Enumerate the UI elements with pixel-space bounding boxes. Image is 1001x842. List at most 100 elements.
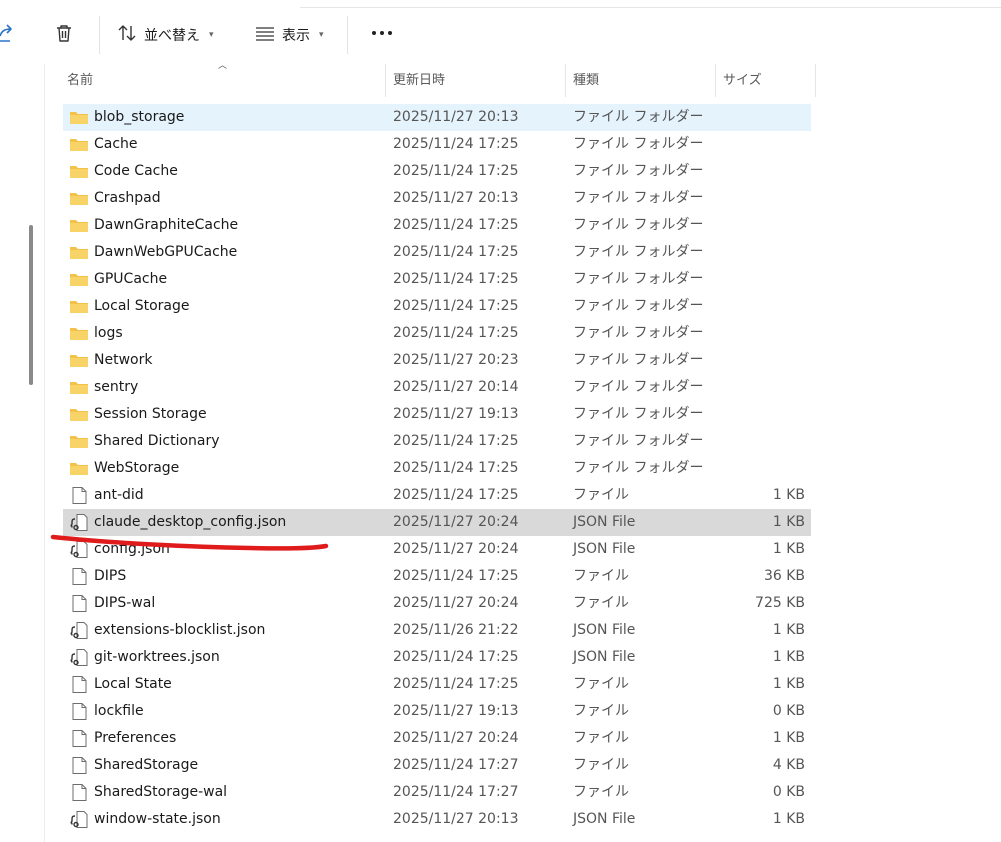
file-modified-date: 2025/11/24 17:25 bbox=[393, 325, 519, 341]
file-type: ファイル フォルダー bbox=[573, 460, 704, 476]
file-row[interactable]: claude_desktop_config.json 2025/11/27 20:… bbox=[63, 509, 811, 536]
folder-icon bbox=[69, 271, 89, 288]
file-modified-date: 2025/11/27 20:13 bbox=[393, 109, 519, 125]
file-modified-date: 2025/11/24 17:25 bbox=[393, 271, 519, 287]
file-row[interactable]: SharedStorage 2025/11/24 17:27 ファイル 4 KB bbox=[63, 752, 811, 779]
pane-divider[interactable] bbox=[44, 64, 45, 842]
file-name: Network bbox=[94, 352, 153, 368]
column-divider[interactable] bbox=[815, 64, 816, 97]
file-size: 4 KB bbox=[772, 757, 805, 773]
column-header-name[interactable]: 名前 bbox=[67, 64, 385, 97]
json-file-icon bbox=[69, 514, 89, 531]
json-file-icon bbox=[69, 811, 89, 828]
file-row[interactable]: SharedStorage-wal 2025/11/24 17:27 ファイル 0 K… bbox=[63, 779, 811, 806]
file-row[interactable]: window-state.json 2025/11/27 20:13 JSON Fi… bbox=[63, 806, 811, 833]
chevron-down-icon: ▾ bbox=[319, 30, 324, 40]
file-row[interactable]: Shared Dictionary 2025/11/24 17:25 ファイル フォ… bbox=[63, 428, 811, 455]
column-header-size[interactable]: サイズ bbox=[723, 64, 813, 97]
view-label: 表示 bbox=[282, 28, 310, 44]
file-row[interactable]: git-worktrees.json 2025/11/24 17:25 JSON F… bbox=[63, 644, 811, 671]
file-type: ファイル bbox=[573, 784, 629, 800]
file-type: ファイル フォルダー bbox=[573, 190, 704, 206]
file-row[interactable]: GPUCache 2025/11/24 17:25 ファイル フォルダー bbox=[63, 266, 811, 293]
file-row[interactable]: DIPS 2025/11/24 17:25 ファイル 36 KB bbox=[63, 563, 811, 590]
file-name: Crashpad bbox=[94, 190, 161, 206]
folder-icon bbox=[69, 217, 89, 234]
more-options-button[interactable] bbox=[370, 18, 394, 52]
file-row[interactable]: Code Cache 2025/11/24 17:25 ファイル フォルダー bbox=[63, 158, 811, 185]
file-modified-date: 2025/11/26 21:22 bbox=[393, 622, 519, 638]
file-size: 1 KB bbox=[772, 730, 805, 746]
file-row[interactable]: Cache 2025/11/24 17:25 ファイル フォルダー bbox=[63, 131, 811, 158]
file-modified-date: 2025/11/27 20:24 bbox=[393, 730, 519, 746]
file-row[interactable]: Local State 2025/11/24 17:25 ファイル 1 KB bbox=[63, 671, 811, 698]
file-modified-date: 2025/11/24 17:25 bbox=[393, 217, 519, 233]
file-row[interactable]: Session Storage 2025/11/27 19:13 ファイル フォルダ… bbox=[63, 401, 811, 428]
file-row[interactable]: WebStorage 2025/11/24 17:25 ファイル フォルダー bbox=[63, 455, 811, 482]
file-type: ファイル フォルダー bbox=[573, 433, 704, 449]
file-size: 0 KB bbox=[772, 784, 805, 800]
file-row[interactable]: sentry 2025/11/27 20:14 ファイル フォルダー bbox=[63, 374, 811, 401]
file-size: 1 KB bbox=[772, 622, 805, 638]
file-modified-date: 2025/11/24 17:25 bbox=[393, 487, 519, 503]
column-header-modified[interactable]: 更新日時 bbox=[393, 64, 563, 97]
column-divider[interactable] bbox=[565, 64, 566, 97]
folder-icon bbox=[69, 190, 89, 207]
file-row[interactable]: Crashpad 2025/11/27 20:13 ファイル フォルダー bbox=[63, 185, 811, 212]
file-name: DawnWebGPUCache bbox=[94, 244, 238, 260]
folder-icon bbox=[69, 325, 89, 342]
navigation-pane-scrollbar[interactable] bbox=[29, 225, 33, 385]
share-button[interactable] bbox=[0, 18, 16, 52]
view-button[interactable]: 表示 ▾ bbox=[254, 18, 324, 52]
file-modified-date: 2025/11/27 20:24 bbox=[393, 541, 519, 557]
column-header-type[interactable]: 種類 bbox=[573, 64, 713, 97]
file-row[interactable]: config.json 2025/11/27 20:24 JSON File 1 KB bbox=[63, 536, 811, 563]
file-size: 1 KB bbox=[772, 514, 805, 530]
file-row[interactable]: Preferences 2025/11/27 20:24 ファイル 1 KB bbox=[63, 725, 811, 752]
file-size: 1 KB bbox=[772, 676, 805, 692]
file-type: ファイル bbox=[573, 757, 629, 773]
file-modified-date: 2025/11/27 20:24 bbox=[393, 514, 519, 530]
file-modified-date: 2025/11/24 17:27 bbox=[393, 784, 519, 800]
file-modified-date: 2025/11/27 20:13 bbox=[393, 811, 519, 827]
file-row[interactable]: DawnWebGPUCache 2025/11/24 17:25 ファイル フォルダ… bbox=[63, 239, 811, 266]
file-modified-date: 2025/11/24 17:25 bbox=[393, 649, 519, 665]
file-modified-date: 2025/11/24 17:25 bbox=[393, 244, 519, 260]
file-icon bbox=[69, 730, 89, 747]
column-divider[interactable] bbox=[385, 64, 386, 97]
sort-button[interactable]: 並べ替え ▾ bbox=[116, 18, 214, 52]
file-modified-date: 2025/11/24 17:25 bbox=[393, 298, 519, 314]
file-type: ファイル フォルダー bbox=[573, 379, 704, 395]
file-modified-date: 2025/11/27 20:23 bbox=[393, 352, 519, 368]
file-name: lockfile bbox=[94, 703, 144, 719]
file-modified-date: 2025/11/24 17:25 bbox=[393, 136, 519, 152]
json-file-icon bbox=[69, 649, 89, 666]
column-header-row: 名前 更新日時 種類 サイズ bbox=[45, 64, 1001, 97]
file-type: ファイル bbox=[573, 676, 629, 692]
file-modified-date: 2025/11/27 20:14 bbox=[393, 379, 519, 395]
file-row[interactable]: Local Storage 2025/11/24 17:25 ファイル フォルダー bbox=[63, 293, 811, 320]
file-row[interactable]: DawnGraphiteCache 2025/11/24 17:25 ファイル フォ… bbox=[63, 212, 811, 239]
file-type: ファイル bbox=[573, 703, 629, 719]
file-size: 1 KB bbox=[772, 541, 805, 557]
delete-button[interactable] bbox=[53, 18, 75, 52]
file-row[interactable]: blob_storage 2025/11/27 20:13 ファイル フォルダー bbox=[63, 104, 811, 131]
folder-icon bbox=[69, 298, 89, 315]
file-row[interactable]: extensions-blocklist.json 2025/11/26 21:2… bbox=[63, 617, 811, 644]
column-divider[interactable] bbox=[715, 64, 716, 97]
file-size: 1 KB bbox=[772, 487, 805, 503]
view-list-icon bbox=[254, 22, 276, 48]
file-row[interactable]: lockfile 2025/11/27 19:13 ファイル 0 KB bbox=[63, 698, 811, 725]
file-type: ファイル フォルダー bbox=[573, 325, 704, 341]
file-row[interactable]: DIPS-wal 2025/11/27 20:24 ファイル 725 KB bbox=[63, 590, 811, 617]
file-row[interactable]: Network 2025/11/27 20:23 ファイル フォルダー bbox=[63, 347, 811, 374]
navigation-pane bbox=[0, 64, 44, 842]
file-row[interactable]: logs 2025/11/24 17:25 ファイル フォルダー bbox=[63, 320, 811, 347]
file-name: ant-did bbox=[94, 487, 144, 503]
file-type: ファイル bbox=[573, 730, 629, 746]
file-name: DawnGraphiteCache bbox=[94, 217, 239, 233]
sort-icon bbox=[116, 22, 138, 48]
file-name: claude_desktop_config.json bbox=[94, 514, 287, 530]
file-row[interactable]: ant-did 2025/11/24 17:25 ファイル 1 KB bbox=[63, 482, 811, 509]
file-icon bbox=[69, 757, 89, 774]
